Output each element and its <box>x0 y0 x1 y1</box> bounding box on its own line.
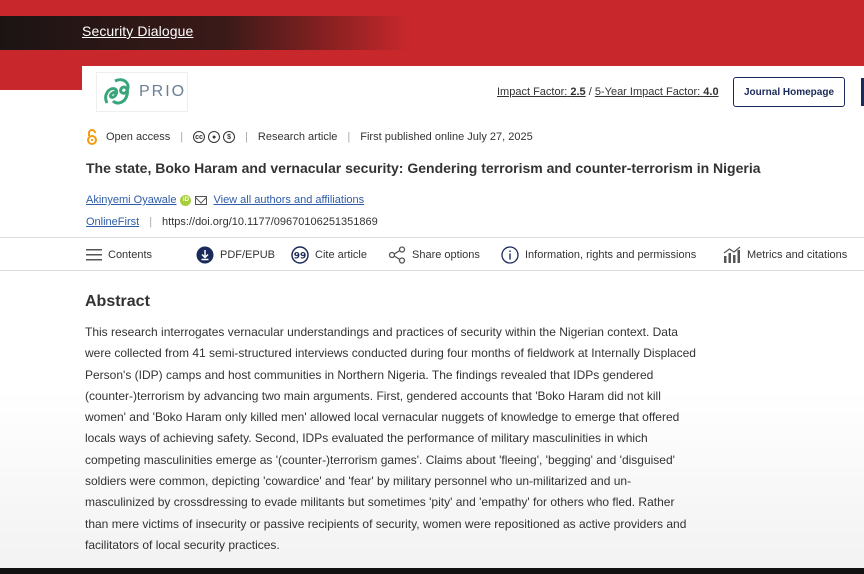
cc-by-icon: ● <box>208 131 221 143</box>
share-options-label: Share options <box>412 249 480 261</box>
published-date: First published online July 27, 2025 <box>360 131 533 143</box>
author-link[interactable]: Akinyemi Oyawale <box>86 194 176 206</box>
cc-icon: cc <box>193 131 206 143</box>
abstract-text: This research interrogates vernacular un… <box>85 325 696 552</box>
prio-logo-mark-icon <box>104 78 130 105</box>
impact-factor-label: Impact Factor: <box>497 86 568 98</box>
menu-icon <box>86 249 102 261</box>
email-icon[interactable] <box>195 195 208 205</box>
orcid-icon[interactable]: iD <box>180 194 192 206</box>
journal-banner-dark-strip <box>0 16 410 50</box>
online-first-link[interactable]: OnlineFirst <box>86 216 139 228</box>
quote-icon: 99 <box>291 246 309 264</box>
divider: | <box>347 131 351 143</box>
abstract-heading: Abstract <box>85 293 150 310</box>
metrics-citations-label: Metrics and citations <box>747 249 848 261</box>
divider: | <box>245 131 248 143</box>
cite-article-label: Cite article <box>315 249 367 261</box>
prio-logo[interactable]: PRIO <box>96 72 188 112</box>
pdf-epub-label: PDF/EPUB <box>220 249 276 261</box>
info-icon <box>501 246 519 264</box>
five-year-impact-value: 4.0 <box>703 86 719 98</box>
doi-link[interactable]: https://doi.org/10.1177/0967010625135186… <box>162 216 378 228</box>
download-icon <box>196 246 214 264</box>
impact-factor-link[interactable]: Impact Factor: 2.5 <box>497 86 586 98</box>
metrics-chart-icon <box>723 246 741 263</box>
divider: | <box>180 131 184 143</box>
divider: | <box>149 216 153 228</box>
journal-title-link[interactable]: Security Dialogue <box>82 23 193 39</box>
contents-button[interactable]: Contents <box>86 246 152 264</box>
view-all-authors-link[interactable]: View all authors and affiliations <box>213 194 364 206</box>
cc-nc-icon: $ <box>223 131 236 143</box>
cite-article-button[interactable]: 99 Cite article <box>291 246 367 264</box>
author-row: Akinyemi Oyawale iD View all authors and… <box>86 194 364 206</box>
bottom-edge-bar <box>0 568 864 574</box>
five-year-impact-label: 5-Year Impact Factor: <box>594 86 701 98</box>
open-access-icon <box>87 129 97 145</box>
prio-logo-text: PRIO <box>139 83 187 100</box>
article-toolbar: Contents PDF/EPUB 99 Cite article Share … <box>0 237 864 271</box>
information-rights-label: Information, rights and permissions <box>525 249 697 261</box>
impact-factor: Impact Factor: 2.5 / 5-Year Impact Facto… <box>497 86 719 98</box>
share-options-button[interactable]: Share options <box>388 246 480 264</box>
metrics-citations-button[interactable]: Metrics and citations <box>723 246 847 264</box>
doi-row: OnlineFirst | https://doi.org/10.1177/09… <box>86 216 378 228</box>
article-type: Research article <box>257 131 338 143</box>
information-rights-button[interactable]: Information, rights and permissions <box>501 246 696 264</box>
article-meta-row: Open access | cc ● $ | Research article … <box>86 129 533 145</box>
svg-text:99: 99 <box>294 252 307 262</box>
article-title: The state, Boko Haram and vernacular sec… <box>86 160 761 176</box>
share-icon <box>388 246 406 264</box>
creative-commons-license[interactable]: cc ● $ <box>193 131 236 143</box>
five-year-impact-link[interactable]: 5-Year Impact Factor: 4.0 <box>595 86 719 98</box>
journal-homepage-button[interactable]: Journal Homepage <box>733 77 845 107</box>
pdf-epub-button[interactable]: PDF/EPUB <box>196 246 275 264</box>
contents-label: Contents <box>108 249 153 261</box>
impact-separator: / <box>588 86 592 98</box>
open-access-label: Open access <box>106 131 171 143</box>
impact-factor-value: 2.5 <box>570 86 586 98</box>
